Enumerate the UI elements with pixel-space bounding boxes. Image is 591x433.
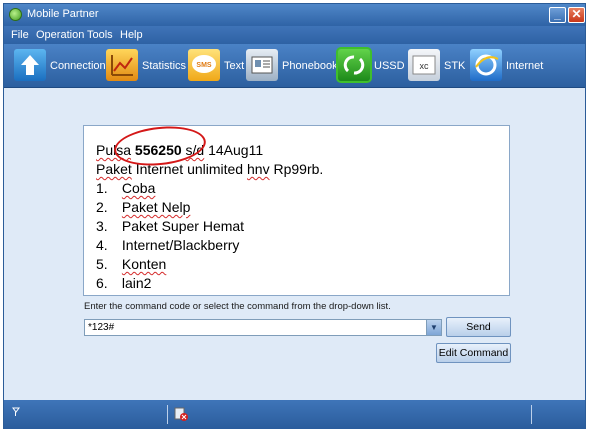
menu-item-label: Konten	[121, 256, 167, 272]
toolbar: Connection Statistics SMS Text Phonebook…	[4, 44, 585, 88]
sim-error-icon	[174, 407, 188, 421]
command-value: *123#	[88, 322, 115, 333]
balance-prefix: Pulsa	[96, 142, 132, 158]
stk-icon: xc	[408, 49, 440, 81]
tab-connection-label: Connection	[50, 60, 106, 72]
internet-icon	[470, 49, 502, 81]
promo-text: Internet unlimited	[135, 161, 244, 177]
send-button[interactable]: Send	[446, 317, 511, 337]
status-bar	[4, 400, 585, 429]
close-button[interactable]: ✕	[568, 7, 585, 23]
promo-word-paket: Paket	[96, 161, 132, 177]
menu-item-number: 1.	[96, 180, 108, 196]
chevron-down-icon[interactable]: ▼	[426, 320, 441, 335]
tab-statistics-label: Statistics	[142, 60, 187, 72]
balance-amount: 556250	[134, 142, 182, 158]
app-logo-icon	[9, 8, 22, 21]
ussd-icon	[338, 49, 370, 81]
ussd-panel: Pulsa 556250 s/d 14Aug11 Paket Internet …	[4, 89, 585, 400]
menu-item-5: 5. Konten	[96, 255, 509, 274]
ussd-response-box: Pulsa 556250 s/d 14Aug11 Paket Internet …	[83, 125, 510, 296]
menu-item-label: Paket Super Hemat	[121, 218, 245, 234]
window-title: Mobile Partner	[27, 8, 99, 20]
promo-price: Rp99rb.	[273, 161, 324, 177]
edit-command-button[interactable]: Edit Command	[436, 343, 511, 363]
balance-until: s/d	[185, 142, 205, 158]
menu-item-number: 5.	[96, 256, 108, 272]
menu-item-number: 4.	[96, 237, 108, 253]
command-hint: Enter the command code or select the com…	[84, 301, 391, 312]
tab-ussd-label: USSD	[374, 60, 405, 72]
menu-item-4: 4. Internet/Blackberry	[96, 236, 509, 255]
menu-item-label: Internet/Blackberry	[121, 237, 240, 253]
menu-item-6: 6. lain2	[96, 274, 509, 293]
menu-item-label: Coba	[121, 180, 156, 196]
minimize-button[interactable]: _	[549, 7, 566, 23]
menu-operation[interactable]: Operation	[36, 29, 84, 41]
tab-internet-label: Internet	[506, 60, 544, 72]
menu-item-3: 3. Paket Super Hemat	[96, 217, 509, 236]
balance-date: 14Aug11	[208, 142, 264, 158]
menu-item-label: lain2	[121, 275, 152, 291]
menu-file[interactable]: File	[11, 29, 29, 41]
signal-icon	[12, 407, 20, 420]
command-input[interactable]: *123# ▼	[84, 319, 442, 336]
menu-item-number: 6.	[96, 275, 108, 291]
menu-bar: File Operation Tools Help	[4, 26, 585, 44]
svg-text:SMS: SMS	[196, 62, 212, 69]
phonebook-icon	[246, 49, 278, 81]
promo-word-hnv: hnv	[247, 161, 270, 177]
mobile-partner-window: Mobile Partner _ ✕ File Operation Tools …	[3, 3, 586, 429]
tab-text-label: Text	[224, 60, 245, 72]
statistics-icon	[106, 49, 138, 81]
tab-stk-label: STK	[444, 60, 466, 72]
menu-item-1: 1. Coba	[96, 179, 509, 198]
status-separator	[531, 405, 532, 424]
menu-help[interactable]: Help	[120, 29, 143, 41]
tab-phonebook-label: Phonebook	[282, 60, 338, 72]
sms-icon: SMS	[188, 49, 220, 81]
menu-item-2: 2. Paket Nelp	[96, 198, 509, 217]
menu-item-number: 3.	[96, 218, 108, 234]
balance-line: Pulsa 556250 s/d 14Aug11	[96, 141, 509, 160]
menu-tools[interactable]: Tools	[87, 29, 113, 41]
menu-item-label: Paket Nelp	[121, 199, 191, 215]
connection-icon	[14, 49, 46, 81]
promo-line: Paket Internet unlimited hnv Rp99rb.	[96, 160, 509, 179]
title-bar: Mobile Partner _ ✕	[4, 4, 585, 26]
status-separator	[167, 405, 168, 424]
menu-item-number: 2.	[96, 199, 108, 215]
svg-text:xc: xc	[420, 61, 430, 71]
